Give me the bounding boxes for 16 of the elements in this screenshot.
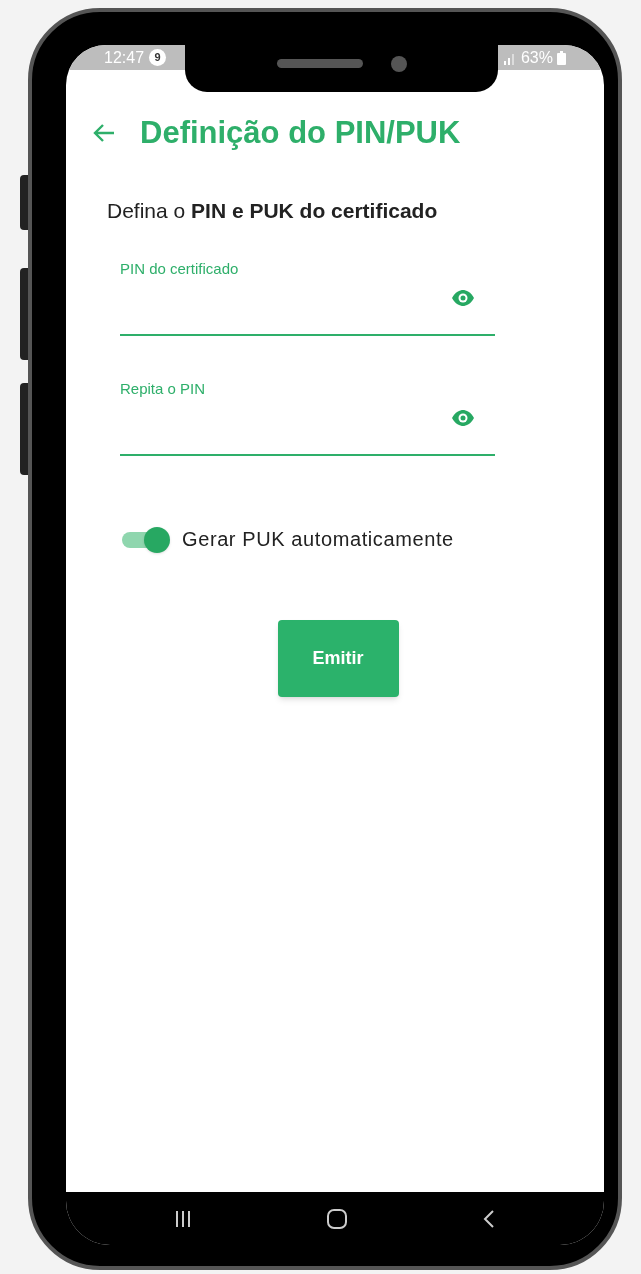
toggle-label: Gerar PUK automaticamente <box>182 527 454 552</box>
toggle-switch[interactable] <box>122 526 170 552</box>
input-field[interactable]: PIN do certificado <box>120 258 495 336</box>
home-icon[interactable] <box>326 1207 348 1230</box>
battery-icon <box>557 50 566 65</box>
battery-percent: 63% <box>520 47 553 68</box>
clock: 12:47 <box>104 47 145 68</box>
subtitle: Defina o PIN e PUK do certificado <box>107 197 439 224</box>
field-label: PIN do certificado <box>120 259 239 279</box>
page-title: Definição do PIN/PUK <box>140 114 461 152</box>
emit-button[interactable]: Emitir <box>277 620 399 697</box>
field-label: Repita o PIN <box>120 379 206 399</box>
eye-icon[interactable] <box>451 290 475 306</box>
notification-badge: 9 <box>149 49 167 66</box>
input-field[interactable]: Repita o PIN <box>120 378 495 456</box>
eye-icon[interactable] <box>451 410 475 426</box>
